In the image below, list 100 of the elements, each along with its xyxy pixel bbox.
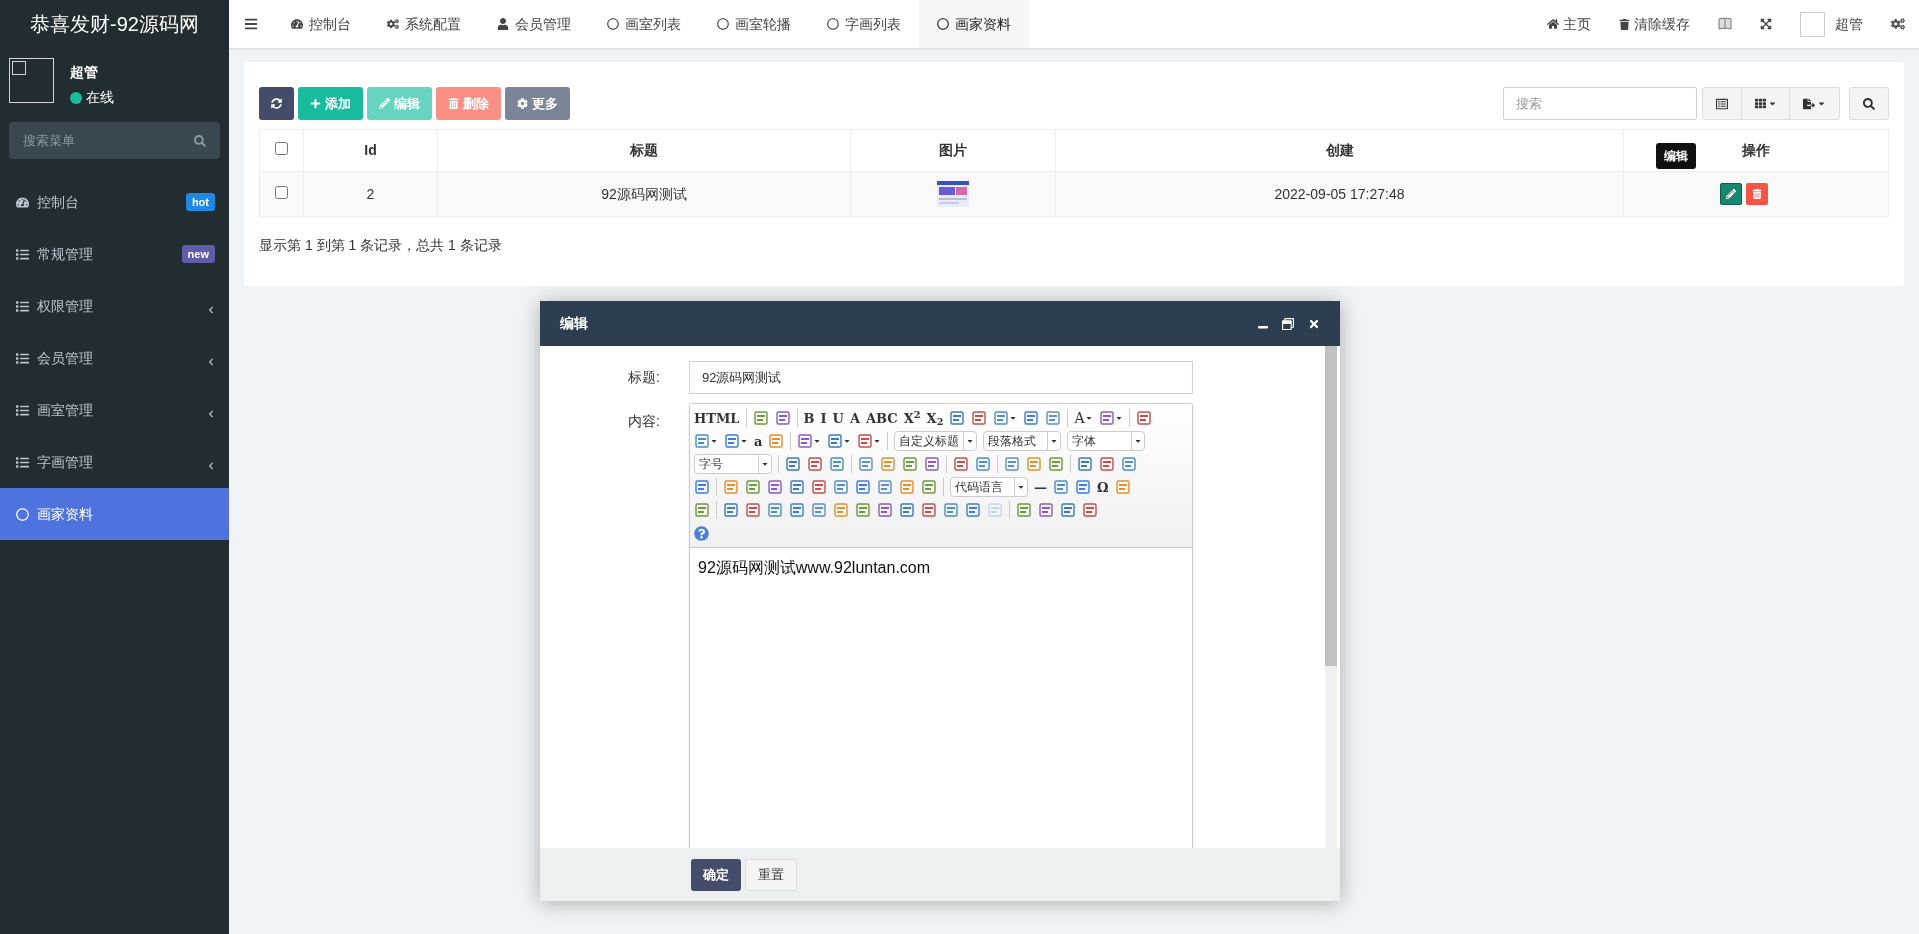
editor-tool-icon[interactable] [694, 502, 710, 518]
editor-tool-icon[interactable] [1098, 410, 1115, 426]
editor-tool-icon[interactable] [855, 502, 871, 518]
editor-tool[interactable]: A [1074, 411, 1085, 425]
scrollbar[interactable] [1325, 346, 1337, 848]
editor-content[interactable]: 92源码网测试www.92luntan.com [690, 548, 1192, 580]
editor-tool-icon[interactable] [833, 479, 849, 495]
editor-tool-icon[interactable] [811, 502, 827, 518]
editor-tool-icon[interactable] [943, 502, 959, 518]
editor-tool[interactable]: A [849, 411, 861, 425]
close-icon[interactable] [1308, 317, 1320, 330]
editor-tool-icon[interactable] [1075, 479, 1091, 495]
sidebar-item[interactable]: 字画管理 [0, 436, 229, 488]
search-button[interactable] [1849, 87, 1889, 120]
toggle-view-button[interactable] [1702, 87, 1742, 120]
editor-tool[interactable]: X$^{2}$ [903, 411, 921, 425]
editor-tool-icon[interactable] [899, 479, 915, 495]
editor-tool[interactable]: a [754, 434, 763, 448]
home-link[interactable]: 主页 [1533, 13, 1605, 35]
editor-tool-icon[interactable] [1038, 502, 1054, 518]
editor-tool-icon[interactable] [774, 410, 791, 426]
sidebar-item[interactable]: 常规管理 new [0, 228, 229, 280]
editor-tool-icon[interactable] [855, 479, 871, 495]
editor-tool[interactable]: U [832, 411, 844, 425]
editor-tool[interactable]: Ω [1097, 480, 1109, 494]
editor-tool-icon[interactable] [829, 456, 845, 472]
sidebar-item[interactable]: 控制台 hot [0, 176, 229, 228]
editor-tool[interactable]: X$_{2}$ [926, 411, 944, 425]
editor-tool-icon[interactable] [1048, 456, 1064, 472]
editor-tool-icon[interactable] [694, 479, 710, 495]
settings-icon[interactable] [1891, 17, 1905, 31]
editor-tool-icon[interactable] [694, 433, 710, 449]
editor-tool-icon[interactable] [723, 479, 739, 495]
editor-tool-icon[interactable] [768, 433, 785, 449]
editor-select[interactable]: 自定义标题 [894, 431, 978, 451]
editor-tool-icon[interactable] [745, 479, 761, 495]
nav-tab[interactable]: 画室列表 [589, 0, 699, 48]
editor-tool-icon[interactable] [797, 433, 814, 449]
export-button[interactable] [1790, 87, 1840, 120]
clear-cache-link[interactable]: 清除缓存 [1605, 13, 1704, 35]
editor-tool-icon[interactable] [880, 456, 896, 472]
editor-select[interactable]: 段落格式 [983, 431, 1062, 451]
nav-tab[interactable]: 画家资料 [919, 0, 1029, 48]
sidebar-item[interactable]: 画室管理 [0, 384, 229, 436]
editor-tool[interactable]: — [1034, 480, 1047, 494]
editor-tool-icon[interactable] [877, 479, 893, 495]
editor-tool-icon[interactable] [767, 479, 783, 495]
editor-tool-icon[interactable] [858, 456, 874, 472]
more-button[interactable]: 更多 [505, 87, 570, 120]
editor-tool[interactable]: I [820, 411, 827, 425]
editor-tool-icon[interactable] [789, 479, 805, 495]
editor-tool-icon[interactable] [767, 502, 783, 518]
editor-tool-icon[interactable] [724, 433, 740, 449]
editor-tool-icon[interactable] [975, 456, 991, 472]
sidebar-item[interactable]: 画家资料 [0, 488, 229, 540]
editor-tool-icon[interactable] [921, 479, 937, 495]
editor-select[interactable]: 字体 [1067, 431, 1146, 451]
menu-icon[interactable] [244, 17, 258, 31]
editor-tool-icon[interactable] [924, 456, 940, 472]
editor-tool[interactable]: B [803, 411, 815, 425]
editor-tool-icon[interactable] [752, 410, 769, 426]
editor-tool-icon[interactable] [1082, 502, 1098, 518]
editor-tool[interactable]: HTML [694, 411, 740, 425]
confirm-button[interactable]: 确定 [691, 858, 741, 891]
editor-tool-icon[interactable] [1026, 456, 1042, 472]
fullscreen-icon[interactable] [1760, 18, 1772, 30]
editor-tool-icon[interactable] [1135, 410, 1152, 426]
refresh-button[interactable] [259, 87, 294, 120]
editor-tool-icon[interactable] [1016, 502, 1032, 518]
editor-tool-icon[interactable] [807, 456, 823, 472]
editor-tool-icon[interactable] [993, 410, 1010, 426]
help-icon[interactable] [694, 525, 709, 541]
nav-tab[interactable]: 系统配置 [369, 0, 479, 48]
editor-tool-icon[interactable] [1060, 502, 1076, 518]
editor-tool-icon[interactable] [921, 502, 937, 518]
nav-tab[interactable]: 会员管理 [479, 0, 589, 48]
editor-tool-icon[interactable] [785, 456, 801, 472]
editor-tool-icon[interactable] [949, 410, 966, 426]
editor-tool-icon[interactable] [1077, 456, 1093, 472]
editor-tool[interactable]: ABC [866, 411, 898, 425]
sidebar-item[interactable]: 权限管理 [0, 280, 229, 332]
editor-select[interactable]: 代码语言 [950, 477, 1028, 497]
editor-tool-icon[interactable] [811, 479, 827, 495]
editor-tool-icon[interactable] [1121, 456, 1137, 472]
editor-tool-icon[interactable] [1099, 456, 1115, 472]
editor-tool-icon[interactable] [1045, 410, 1062, 426]
editor-tool-icon[interactable] [833, 502, 849, 518]
book-icon[interactable] [1718, 17, 1732, 31]
nav-tab[interactable]: 控制台 [273, 0, 369, 48]
editor-tool-icon[interactable] [965, 502, 981, 518]
editor-tool-icon[interactable] [745, 502, 761, 518]
editor-tool-icon[interactable] [1004, 456, 1020, 472]
edit-button[interactable] [1720, 183, 1742, 205]
nav-tab[interactable]: 字画列表 [809, 0, 919, 48]
editor-tool-icon[interactable] [857, 433, 874, 449]
editor-tool-icon[interactable] [1023, 410, 1040, 426]
user-menu[interactable]: 超管 [1786, 11, 1877, 37]
select-all-checkbox[interactable] [275, 142, 288, 155]
editor-tool-icon[interactable] [953, 456, 969, 472]
editor-tool-icon[interactable] [902, 456, 918, 472]
